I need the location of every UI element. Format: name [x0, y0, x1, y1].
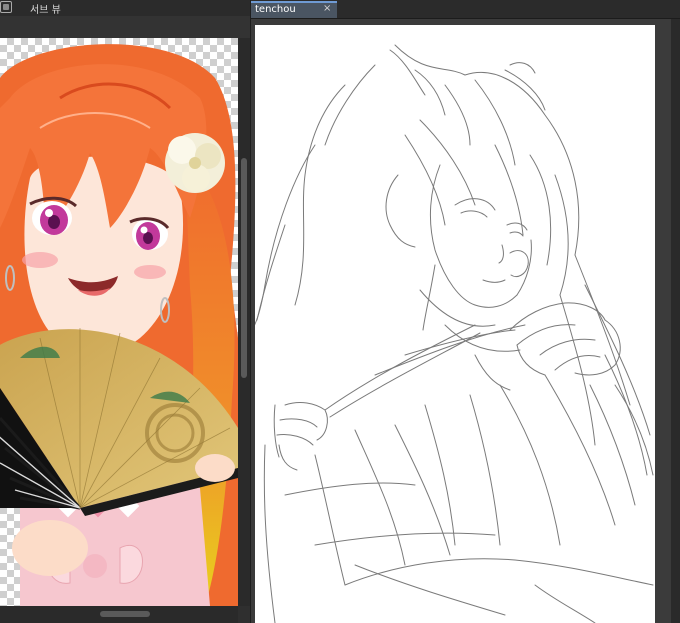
- sub-view-horizontal-scrollbar[interactable]: [0, 606, 238, 623]
- document-tabbar: tenchou ×: [251, 0, 680, 19]
- sub-view-tabbar: 서브 뷰: [0, 0, 250, 17]
- sub-view-toolbar: [0, 16, 250, 39]
- drawing-canvas[interactable]: [255, 25, 655, 623]
- canvas-workspace: [251, 19, 680, 623]
- sub-view-tab-label[interactable]: 서브 뷰: [30, 1, 61, 16]
- vertical-scroll-thumb[interactable]: [241, 158, 247, 378]
- sub-view-vertical-scrollbar[interactable]: [238, 38, 250, 606]
- close-icon[interactable]: ×: [323, 3, 331, 14]
- sub-view-panel: 서브 뷰: [0, 0, 251, 623]
- reference-image-canvas[interactable]: [0, 38, 238, 606]
- flower-ornament: [165, 133, 225, 193]
- canvas-right-edge: [671, 19, 680, 623]
- tab-tenchou[interactable]: tenchou ×: [251, 1, 337, 18]
- document-tab-label: tenchou: [255, 4, 296, 15]
- sub-view-icon[interactable]: [0, 1, 12, 13]
- pencil-sketch: [255, 44, 654, 623]
- horizontal-scroll-thumb[interactable]: [100, 611, 150, 617]
- reference-illustration: [0, 44, 238, 606]
